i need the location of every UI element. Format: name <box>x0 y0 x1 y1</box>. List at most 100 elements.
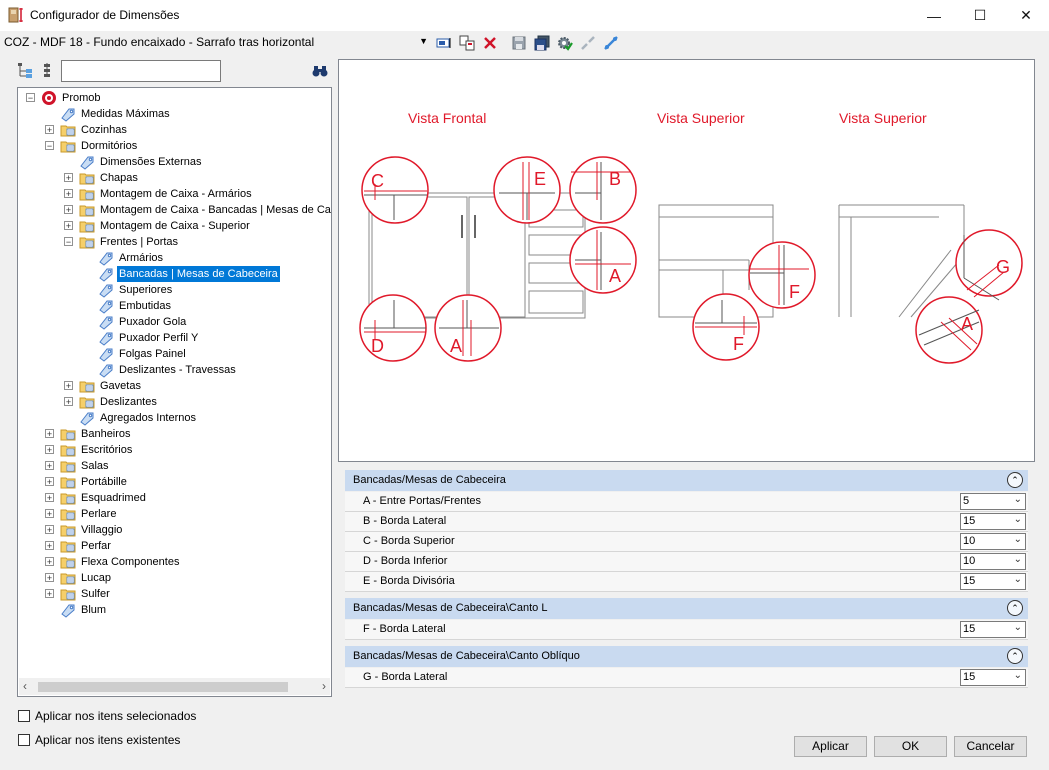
tree-node[interactable]: + Perlare <box>18 506 331 522</box>
tree-node[interactable]: Puxador Gola <box>18 314 331 330</box>
category-tree[interactable]: Blum + Sulfer + Lucap + Flexa Componentes + Perf… <box>17 87 332 697</box>
property-value-select[interactable]: 15 ⌄ <box>960 573 1026 590</box>
apply-selected-checkbox[interactable] <box>18 710 30 722</box>
expand-icon[interactable]: + <box>45 525 54 535</box>
property-group-header[interactable]: Bancadas/Mesas de Cabeceira\Canto Oblíqu… <box>345 646 1028 667</box>
tree-node[interactable]: Dimensões Externas <box>18 154 331 170</box>
rename-icon[interactable] <box>436 35 452 51</box>
tree-node[interactable]: Medidas Máximas <box>18 106 331 122</box>
tree-node[interactable]: + Sulfer <box>18 586 331 602</box>
link-icon[interactable] <box>603 35 619 51</box>
collapse-icon[interactable]: − <box>64 237 73 247</box>
chevron-down-icon[interactable]: ⌄ <box>1014 622 1022 633</box>
tree-node[interactable]: + Montagem de Caixa - Superior <box>18 218 331 234</box>
chevron-down-icon[interactable]: ⌄ <box>1014 514 1022 525</box>
expand-icon[interactable]: + <box>64 189 73 199</box>
scroll-left-icon[interactable]: ‹ <box>23 679 27 693</box>
settings-check-icon[interactable] <box>557 35 573 51</box>
tree-node[interactable]: + Montagem de Caixa - Armários <box>18 186 331 202</box>
tree-node[interactable]: + Gavetas <box>18 378 331 394</box>
minimize-button[interactable]: — <box>911 0 957 31</box>
chevron-down-icon[interactable]: ⌄ <box>1014 494 1022 505</box>
scrollbar-thumb[interactable] <box>38 682 288 692</box>
expand-icon[interactable]: + <box>45 573 54 583</box>
expand-icon[interactable]: + <box>45 429 54 439</box>
collapse-chevron-icon[interactable]: ⌃ <box>1007 600 1023 616</box>
expand-icon[interactable]: + <box>64 173 73 183</box>
tree-node[interactable]: − Promob <box>18 90 331 106</box>
collapse-icon[interactable]: − <box>26 93 35 103</box>
property-value-select[interactable]: 10 ⌄ <box>960 533 1026 550</box>
tree-node[interactable]: + Lucap <box>18 570 331 586</box>
tree-node[interactable]: + Portábille <box>18 474 331 490</box>
tree-node[interactable]: Puxador Perfil Y <box>18 330 331 346</box>
expand-icon[interactable]: + <box>64 397 73 407</box>
scroll-right-icon[interactable]: › <box>322 679 326 693</box>
expand-icon[interactable]: + <box>45 541 54 551</box>
tree-node[interactable]: − Dormitórios <box>18 138 331 154</box>
copy-icon[interactable] <box>459 35 475 51</box>
chevron-down-icon[interactable]: ⌄ <box>1014 554 1022 565</box>
expand-icon[interactable]: + <box>64 381 73 391</box>
close-button[interactable]: ✕ <box>1003 0 1049 31</box>
expand-icon[interactable]: + <box>64 221 73 231</box>
tree-node[interactable]: + Salas <box>18 458 331 474</box>
expand-icon[interactable]: + <box>45 557 54 567</box>
tree-node[interactable]: + Banheiros <box>18 426 331 442</box>
tree-node[interactable]: + Flexa Componentes <box>18 554 331 570</box>
tree-node[interactable]: + Montagem de Caixa - Bancadas | Mesas de… <box>18 202 331 218</box>
expand-icon[interactable]: + <box>45 509 54 519</box>
save-all-icon[interactable] <box>534 35 550 51</box>
property-group-header[interactable]: Bancadas/Mesas de Cabeceira ⌃ <box>345 470 1028 491</box>
apply-existing-checkbox[interactable] <box>18 734 30 746</box>
property-value-select[interactable]: 15 ⌄ <box>960 513 1026 530</box>
tree-node[interactable]: Deslizantes - Travessas <box>18 362 331 378</box>
config-selector[interactable]: COZ - MDF 18 - Fundo encaixado - Sarrafo… <box>4 35 428 53</box>
expand-tree-icon[interactable] <box>17 62 33 78</box>
tree-node[interactable]: Armários <box>18 250 331 266</box>
tree-node[interactable]: + Villaggio <box>18 522 331 538</box>
expand-icon[interactable]: + <box>64 205 73 215</box>
tree-node[interactable]: Blum <box>18 602 331 618</box>
tree-node[interactable]: Folgas Painel <box>18 346 331 362</box>
collapse-tree-icon[interactable] <box>39 62 55 78</box>
tree-node[interactable]: + Esquadrimed <box>18 490 331 506</box>
tree-node[interactable]: + Cozinhas <box>18 122 331 138</box>
chevron-down-icon[interactable]: ⌄ <box>1014 534 1022 545</box>
tree-node[interactable]: + Deslizantes <box>18 394 331 410</box>
tree-node[interactable]: + Escritórios <box>18 442 331 458</box>
maximize-button[interactable]: ☐ <box>957 0 1003 31</box>
unlink-icon[interactable] <box>580 35 596 51</box>
tree-node[interactable]: Embutidas <box>18 298 331 314</box>
binoculars-icon[interactable] <box>312 63 328 79</box>
collapse-chevron-icon[interactable]: ⌃ <box>1007 472 1023 488</box>
tree-node[interactable]: Bancadas | Mesas de Cabeceira <box>18 266 331 282</box>
chevron-down-icon[interactable]: ⌄ <box>1014 574 1022 585</box>
tree-node[interactable]: + Chapas <box>18 170 331 186</box>
collapse-chevron-icon[interactable]: ⌃ <box>1007 648 1023 664</box>
expand-icon[interactable]: + <box>45 493 54 503</box>
save-icon[interactable] <box>511 35 527 51</box>
delete-icon[interactable] <box>482 35 498 51</box>
tree-node[interactable]: + Perfar <box>18 538 331 554</box>
expand-icon[interactable]: + <box>45 589 54 599</box>
tree-horizontal-scrollbar[interactable]: ‹ › <box>19 678 330 695</box>
expand-icon[interactable]: + <box>45 461 54 471</box>
expand-icon[interactable]: + <box>45 445 54 455</box>
property-group-header[interactable]: Bancadas/Mesas de Cabeceira\Canto L ⌃ <box>345 598 1028 619</box>
tree-node[interactable]: Superiores <box>18 282 331 298</box>
chevron-down-icon[interactable]: ⌄ <box>1014 670 1022 681</box>
property-value-select[interactable]: 5 ⌄ <box>960 493 1026 510</box>
collapse-icon[interactable]: − <box>45 141 54 151</box>
expand-icon[interactable]: + <box>45 477 54 487</box>
ok-button[interactable]: OK <box>874 736 947 757</box>
expand-icon[interactable]: + <box>45 125 54 135</box>
property-value-select[interactable]: 10 ⌄ <box>960 553 1026 570</box>
tree-node[interactable]: Agregados Internos <box>18 410 331 426</box>
tree-search-input[interactable] <box>61 60 221 82</box>
cancel-button[interactable]: Cancelar <box>954 736 1027 757</box>
property-value-select[interactable]: 15 ⌄ <box>960 621 1026 638</box>
apply-button[interactable]: Aplicar <box>794 736 867 757</box>
tree-node[interactable]: − Frentes | Portas <box>18 234 331 250</box>
property-value-select[interactable]: 15 ⌄ <box>960 669 1026 686</box>
